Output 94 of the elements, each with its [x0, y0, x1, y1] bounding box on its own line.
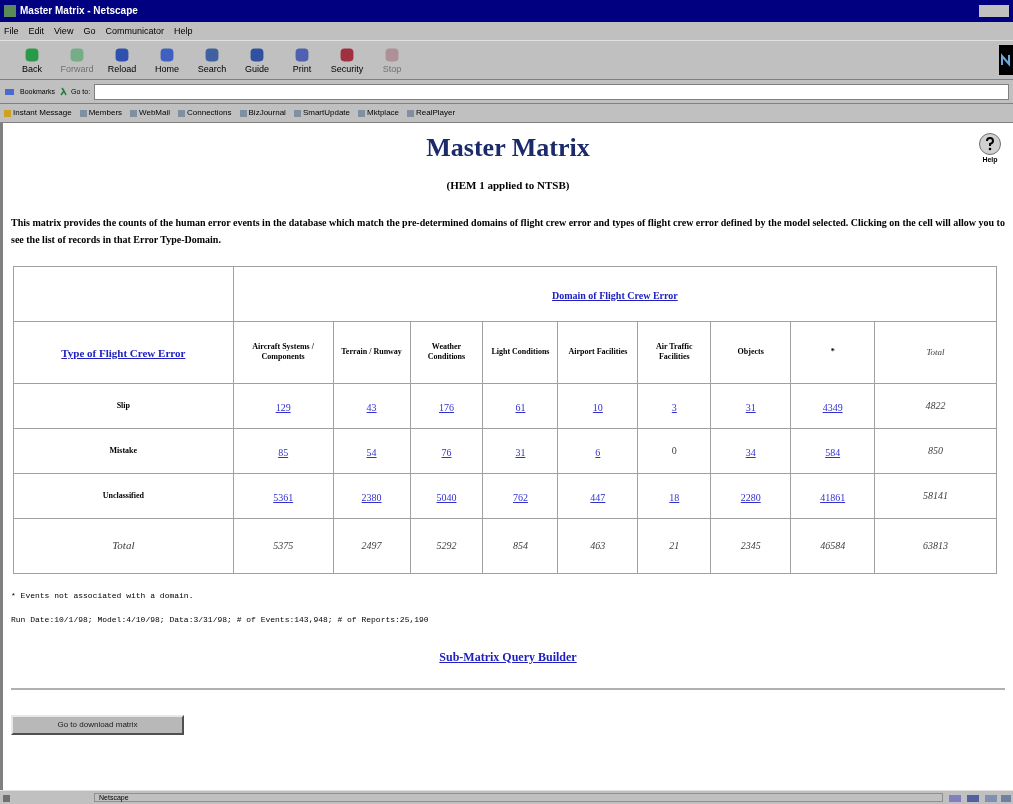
menu-item[interactable]: File	[4, 26, 19, 36]
bookmark-link[interactable]: Mktplace	[358, 109, 400, 117]
column-header: Light Conditions	[482, 321, 558, 383]
table-cell: 854	[482, 518, 558, 573]
type-header-link[interactable]: Type of Flight Crew Error	[61, 347, 186, 359]
netscape-logo-icon[interactable]	[999, 45, 1013, 75]
table-cell: 21	[637, 518, 711, 573]
toolbar-button[interactable]: Print	[282, 46, 322, 74]
question-icon	[985, 137, 995, 151]
toolbar-icon	[113, 46, 131, 64]
column-header: Airport Facilities	[557, 321, 638, 383]
table-cell: 463	[557, 518, 638, 573]
table-cell: 2497	[333, 518, 410, 573]
toolbar-icon	[23, 46, 41, 64]
table-cell: 850	[874, 428, 997, 473]
toolbar-icon	[248, 46, 266, 64]
menu-item[interactable]: Help	[173, 26, 193, 36]
menu-item[interactable]: View	[54, 26, 74, 36]
toolbar-icon	[158, 46, 176, 64]
toolbar-button[interactable]: Home	[147, 46, 187, 74]
bookmark-link[interactable]: Connections	[178, 109, 232, 117]
toolbar-button[interactable]: Back	[12, 46, 52, 74]
table-cell: 46584	[790, 518, 875, 573]
toolbar-icon	[383, 46, 401, 64]
table-cell: 5375	[233, 518, 334, 573]
row-header: Unclassified	[13, 473, 234, 518]
row-header: Slip	[13, 383, 234, 428]
toolbar-icon	[293, 46, 311, 64]
row-header: Total	[13, 518, 234, 573]
table-cell: 2345	[710, 518, 791, 573]
location-field[interactable]	[94, 83, 1009, 100]
query-builder-link[interactable]: Sub-Matrix Query Builder	[439, 649, 577, 664]
table-cell: 4822	[874, 383, 997, 428]
count-link[interactable]: 18	[669, 491, 680, 503]
count-link[interactable]: 10	[592, 401, 603, 413]
description-text: This matrix provides the counts of the human error events in the database which match the pre-determined domains of flight crew error and types of flight crew error defined by the model selected. Clicking on the cell will allow you to see the list of records in that Error Type-Domain.	[11, 215, 1005, 247]
run-info-text: Run Date:10/1/98; Model:4/10/98; Data:3/31/98; # of Events:143,948; # of Reports:25,190	[11, 613, 430, 626]
count-link[interactable]: 43	[366, 401, 377, 413]
count-link[interactable]: 2380	[361, 491, 382, 503]
menu-item[interactable]: Communicator	[105, 26, 164, 36]
row-header: Mistake	[13, 428, 234, 473]
bookmark-link[interactable]: RealPlayer	[407, 109, 456, 117]
count-link[interactable]: 3	[671, 401, 677, 413]
toolbar-icon	[203, 46, 221, 64]
bookmark-link[interactable]: Members	[79, 109, 123, 117]
bookmark-link[interactable]: Instant Message	[4, 109, 72, 117]
column-header: Weather Conditions	[410, 321, 483, 383]
column-header: Aircraft Systems / Components	[233, 321, 334, 383]
count-link[interactable]: 31	[515, 446, 526, 458]
count-link[interactable]: 31	[745, 401, 756, 413]
column-header: *	[790, 321, 875, 383]
toolbar-icon	[68, 46, 86, 64]
count-link[interactable]: 34	[745, 446, 756, 458]
count-link[interactable]: 76	[441, 446, 452, 458]
toolbar-button[interactable]: Search	[192, 46, 232, 74]
bookmark-link[interactable]: WebMail	[130, 109, 171, 117]
bookmark-icon[interactable]	[4, 87, 16, 96]
page-title: Master Matrix	[426, 135, 590, 161]
column-header: Total	[874, 321, 997, 383]
count-link[interactable]: 2280	[740, 491, 761, 503]
menu-item[interactable]: Go	[83, 26, 96, 36]
domain-header-link[interactable]: Domain of Flight Crew Error	[551, 289, 678, 301]
count-link[interactable]: 762	[512, 491, 528, 503]
count-link[interactable]: 5040	[436, 491, 457, 503]
app-icon	[4, 5, 16, 17]
count-link[interactable]: 4349	[822, 401, 843, 413]
count-link[interactable]: 6	[595, 446, 601, 458]
window-title: Master Matrix - Netscape	[20, 6, 138, 16]
toolbar-button[interactable]: Guide	[237, 46, 277, 74]
count-link[interactable]: 447	[590, 491, 606, 503]
toolbar-button[interactable]: Security	[327, 46, 367, 74]
page-subtitle: (HEM 1 applied to NTSB)	[445, 178, 571, 193]
column-header: Air Traffic Facilities	[637, 321, 711, 383]
toolbar-icon	[338, 46, 356, 64]
count-link[interactable]: 61	[515, 401, 526, 413]
table-cell: 0	[637, 428, 711, 473]
bookmark-link[interactable]: SmartUpdate	[293, 109, 350, 117]
column-header: Terrain / Runway	[333, 321, 410, 383]
count-link[interactable]: 54	[366, 446, 377, 458]
table-cell: 5292	[410, 518, 483, 573]
menu-item[interactable]: Edit	[28, 26, 45, 36]
toolbar-button[interactable]: Reload	[102, 46, 142, 74]
count-link[interactable]: 584	[825, 446, 841, 458]
bookmark-link[interactable]: BizJournal	[239, 109, 286, 117]
footnote-text: * Events not associated with a domain.	[11, 589, 195, 602]
count-link[interactable]: 41861	[820, 491, 846, 503]
count-link[interactable]: 129	[275, 401, 291, 413]
count-link[interactable]: 176	[439, 401, 454, 413]
count-link[interactable]: 85	[278, 446, 289, 458]
download-button[interactable]: Go to download matrix	[11, 714, 184, 735]
count-link[interactable]: 5361	[273, 491, 294, 503]
table-cell: 58141	[874, 473, 997, 518]
table-cell: 63813	[874, 518, 997, 573]
column-header: Objects	[710, 321, 791, 383]
